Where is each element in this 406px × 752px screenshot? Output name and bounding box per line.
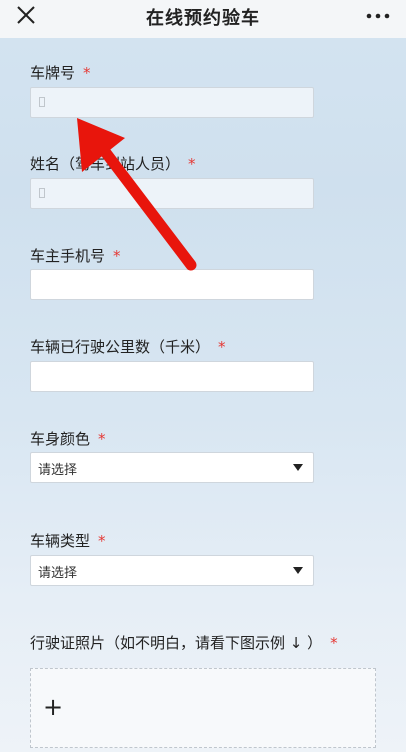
required-mark: * (98, 532, 106, 550)
plate-label: 车牌号 * (30, 64, 91, 82)
vehicle-type-select[interactable]: 请选择 (30, 555, 314, 586)
name-input[interactable] (30, 178, 314, 209)
required-mark: * (113, 247, 121, 265)
body-color-label: 车身颜色 * (30, 430, 106, 448)
license-photo-label: 行驶证照片（如不明白，请看下图示例 ↓ ） * (30, 634, 338, 652)
name-label: 姓名（驾车到站人员） * (30, 155, 196, 173)
required-mark: * (218, 338, 226, 356)
license-photo-upload[interactable]: + (30, 668, 376, 748)
top-bar: 在线预约验车 (0, 0, 406, 38)
required-mark: * (188, 155, 196, 173)
body-color-value: 请选择 (38, 463, 78, 478)
required-mark: * (83, 64, 91, 82)
vehicle-type-value: 请选择 (38, 566, 78, 581)
required-mark: * (330, 634, 338, 652)
required-mark: * (98, 430, 106, 448)
page-title: 在线预约验车 (146, 8, 260, 29)
text-cursor (39, 188, 45, 198)
body-color-select[interactable]: 请选择 (30, 452, 314, 483)
plate-input[interactable] (30, 87, 314, 118)
mileage-input[interactable] (30, 361, 314, 392)
phone-label: 车主手机号 * (30, 247, 121, 265)
mileage-label: 车辆已行驶公里数（千米） * (30, 338, 226, 356)
text-cursor (39, 97, 45, 107)
add-photo-icon[interactable]: + (43, 695, 63, 719)
vehicle-type-label: 车辆类型 * (30, 532, 106, 550)
more-options-icon[interactable] (366, 12, 390, 20)
dropdown-arrow-icon (293, 567, 303, 574)
dropdown-arrow-icon (293, 464, 303, 471)
phone-input[interactable] (30, 269, 314, 300)
